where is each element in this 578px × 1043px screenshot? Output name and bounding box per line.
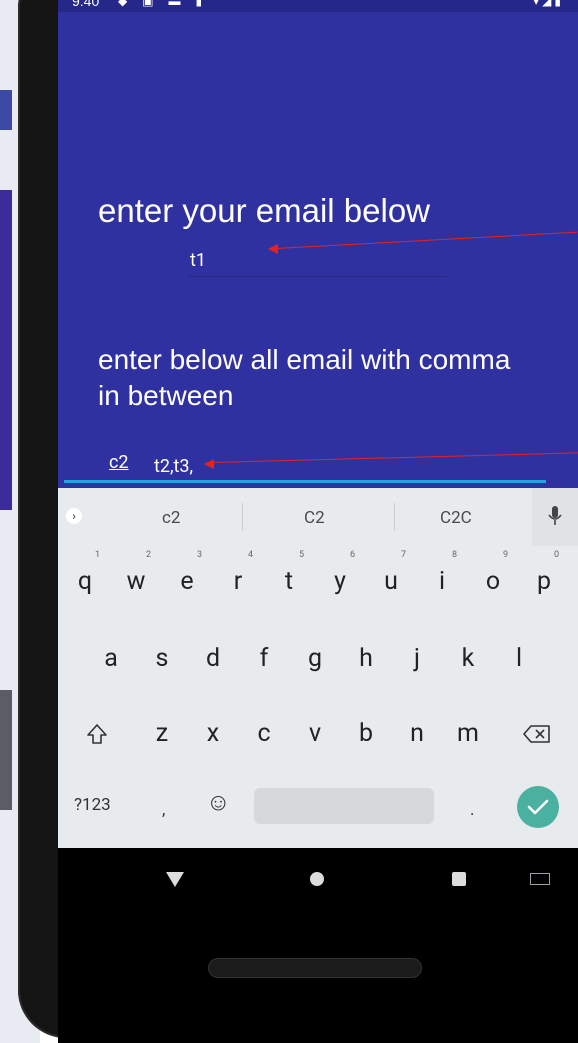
shift-icon: [87, 724, 107, 744]
email-prompt-label: enter your email below: [98, 192, 430, 229]
key-y[interactable]: 6y: [319, 550, 361, 608]
symbols-key[interactable]: ?123: [74, 795, 111, 815]
background-strip: [0, 90, 12, 130]
mic-button[interactable]: [532, 488, 578, 546]
key-l[interactable]: l: [498, 633, 540, 685]
key-row-2: a s d f g h j k l: [58, 633, 578, 691]
navigation-bar: [58, 848, 578, 1043]
phone-screen: 9:40 ◆ ▣ ▬ ▮ ▾◢▮ enter your email below …: [58, 0, 578, 1043]
multi-email-input[interactable]: t2,t3, c2: [64, 448, 546, 483]
checkmark-icon: [527, 799, 549, 815]
suggestion-3[interactable]: C2C: [440, 508, 472, 528]
key-r[interactable]: 4r: [217, 550, 259, 608]
notification-icons: ◆ ▣ ▬ ▮: [118, 0, 209, 8]
enter-key[interactable]: [517, 786, 559, 828]
speaker-grille: [208, 958, 422, 978]
key-row-1: 1q 2w 3e 4r 5t 6y 7u 8i 9o 0p: [58, 550, 578, 614]
key-e[interactable]: 3e: [166, 550, 208, 608]
background-strip: [0, 190, 12, 510]
keyboard-switch-icon[interactable]: [530, 873, 550, 885]
soft-keyboard: › c2 C2 C2C 1q 2w 3e 4r 5 t 6 y 7 u 8 i …: [58, 488, 578, 848]
backspace-icon: [523, 725, 550, 743]
key-f[interactable]: f: [243, 633, 285, 685]
status-time: 9:40: [72, 0, 100, 9]
key-v[interactable]: v: [294, 708, 336, 760]
key-a[interactable]: a: [90, 633, 132, 685]
key-z[interactable]: z: [141, 708, 183, 760]
multi-email-input-value: t2,t3, c2: [109, 452, 193, 477]
key-p[interactable]: 0p: [523, 550, 565, 608]
annotation-arrowhead: [204, 459, 214, 469]
key-c[interactable]: c: [243, 708, 285, 760]
key-u[interactable]: 7u: [370, 550, 412, 608]
key-t[interactable]: 5t: [268, 550, 310, 608]
recents-icon[interactable]: [452, 872, 466, 886]
key-j[interactable]: j: [396, 633, 438, 685]
suggestion-divider: [394, 503, 395, 531]
key-k[interactable]: k: [447, 633, 489, 685]
key-g[interactable]: g: [294, 633, 336, 685]
key-row-3: z x c v b n m: [58, 708, 578, 766]
key-b[interactable]: b: [345, 708, 387, 760]
app-content: 9:40 ◆ ▣ ▬ ▮ ▾◢▮ enter your email below …: [58, 0, 578, 488]
home-icon[interactable]: [310, 872, 324, 886]
comma-key[interactable]: ,: [162, 800, 165, 820]
expand-chevron-icon[interactable]: ›: [66, 508, 82, 524]
shift-key[interactable]: [76, 708, 118, 760]
multi-email-text: t2,t3,: [154, 456, 194, 477]
suggestion-divider: [242, 503, 243, 531]
key-x[interactable]: x: [192, 708, 234, 760]
multi-email-prompt-label: enter below all email with comma in betw…: [98, 344, 511, 411]
backspace-key[interactable]: [516, 708, 558, 760]
key-s[interactable]: s: [141, 633, 183, 685]
composing-text: c2: [109, 452, 129, 473]
key-i[interactable]: 8i: [421, 550, 463, 608]
suggestion-1[interactable]: c2: [162, 508, 180, 528]
key-q[interactable]: 1q: [64, 550, 106, 608]
key-o[interactable]: 9o: [472, 550, 514, 608]
status-bar: 9:40 ◆ ▣ ▬ ▮ ▾◢▮: [58, 0, 578, 12]
key-n[interactable]: n: [396, 708, 438, 760]
key-w[interactable]: 2w: [115, 550, 157, 608]
key-h[interactable]: h: [345, 633, 387, 685]
space-bar[interactable]: [254, 788, 434, 824]
mic-icon: [548, 506, 562, 525]
back-icon[interactable]: [166, 872, 184, 887]
email-input-value: t1: [190, 250, 207, 271]
annotation-arrowhead: [268, 244, 278, 254]
signal-battery-icons: ▾◢▮: [533, 0, 564, 8]
phone-frame: 9:40 ◆ ▣ ▬ ▮ ▾◢▮ enter your email below …: [18, 0, 578, 1043]
suggestion-strip: › c2 C2 C2C: [58, 488, 578, 546]
suggestion-2[interactable]: C2: [304, 508, 325, 528]
key-m[interactable]: m: [447, 708, 489, 760]
background-strip: [0, 690, 12, 810]
emoji-key[interactable]: ☺: [206, 788, 231, 817]
email-input[interactable]: t1: [188, 244, 446, 277]
period-key[interactable]: .: [470, 800, 474, 820]
key-d[interactable]: d: [192, 633, 234, 685]
